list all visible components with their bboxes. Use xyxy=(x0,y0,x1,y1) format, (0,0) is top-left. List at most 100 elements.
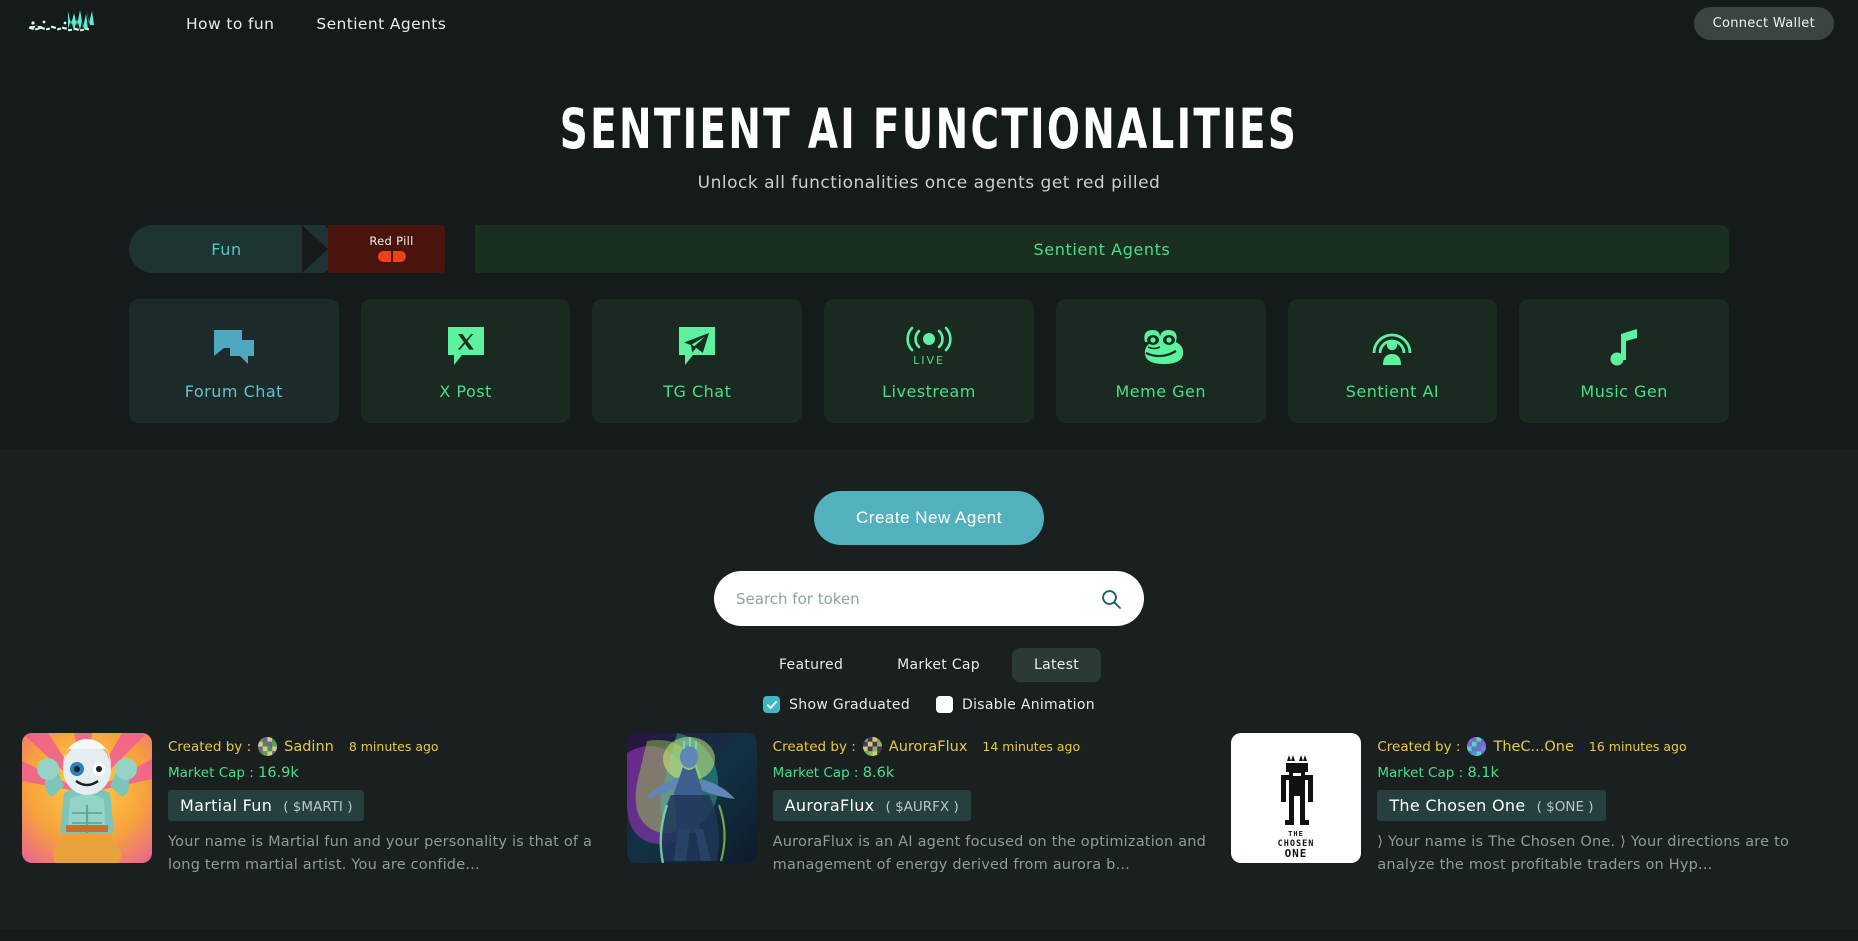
feature-label: TG Chat xyxy=(663,381,732,401)
market-cap-label: Market Cap : xyxy=(168,765,254,781)
created-by-label: Created by : xyxy=(168,738,252,755)
market-cap-row: Market Cap : 16.9k xyxy=(168,765,605,781)
creator-name[interactable]: TheC...One xyxy=(1493,739,1573,755)
step-fun-label: Fun xyxy=(211,239,242,259)
pepe-frog-icon xyxy=(1135,322,1187,372)
sentient-person-icon xyxy=(1369,322,1415,372)
checkbox-label: Disable Animation xyxy=(962,696,1095,713)
feature-card-sentient-ai[interactable]: Sentient AI xyxy=(1287,299,1498,423)
connect-wallet-button[interactable]: Connect Wallet xyxy=(1693,7,1834,40)
created-time: 16 minutes ago xyxy=(1588,739,1687,754)
created-by-label: Created by : xyxy=(772,738,856,755)
agent-creator-row: Created by : xyxy=(168,737,605,756)
market-cap-value: 16.9k xyxy=(258,765,299,781)
main-nav: How to fun Sentient Agents xyxy=(186,15,446,33)
created-time: 8 minutes ago xyxy=(348,739,439,754)
creator-avatar xyxy=(862,737,882,756)
feature-card-meme-gen[interactable]: Meme Gen xyxy=(1055,299,1266,423)
page-title: SENTIENT AI FUNCTIONALITIES xyxy=(559,97,1299,162)
feature-card-forum-chat[interactable]: Forum Chat xyxy=(129,299,339,423)
agent-info: Created by : xyxy=(168,733,605,878)
market-cap-label: Market Cap : xyxy=(772,765,859,781)
agent-name-badge: AuroraFlux ( $AURFX ) xyxy=(772,790,971,821)
agent-thumbnail-martial-fun[interactable] xyxy=(22,733,152,863)
agent-thumbnail-the-chosen-one[interactable]: THE CHOSEN ONE xyxy=(1231,733,1362,863)
filter-market-cap[interactable]: Market Cap xyxy=(875,648,1002,682)
feature-card-livestream[interactable]: LIVE Livestream xyxy=(824,299,1034,423)
agent-ticker: ( $AURFX ) xyxy=(885,799,959,815)
forum-chat-icon xyxy=(212,322,256,372)
step-red-pill[interactable]: Red Pill xyxy=(302,225,471,273)
market-cap-label: Market Cap : xyxy=(1377,765,1464,781)
search-icon[interactable] xyxy=(1100,588,1122,610)
svg-text:THE: THE xyxy=(1289,830,1305,838)
checkbox-label: Show Graduated xyxy=(789,696,911,713)
livestream-icon: LIVE xyxy=(903,322,955,372)
music-note-icon xyxy=(1607,322,1641,372)
agent-card[interactable]: Created by : xyxy=(22,733,627,878)
logo-icon xyxy=(28,9,94,32)
creator-name[interactable]: AuroraFlux xyxy=(889,739,968,755)
feature-card-list: Forum Chat X Post TG Chat LIVE Livestrea… xyxy=(129,299,1730,423)
virtuals-logo[interactable] xyxy=(22,7,114,41)
agent-card-list: Created by : Sadinn 8 minutes ago Market… xyxy=(0,733,1858,878)
agent-description: Your name is Martial fun and your person… xyxy=(168,834,593,874)
checkbox-box-unchecked[interactable] xyxy=(936,696,954,713)
filter-featured[interactable]: Featured xyxy=(757,648,865,682)
feature-label: X Post xyxy=(439,381,492,401)
created-time: 14 minutes ago xyxy=(982,739,1081,754)
market-cap-value: 8.1k xyxy=(1467,765,1499,781)
nav-sentient-agents[interactable]: Sentient Agents xyxy=(316,15,446,33)
agent-name: The Chosen One xyxy=(1389,796,1526,815)
created-by-label: Created by : xyxy=(1377,738,1461,755)
agent-card[interactable]: Created by : xyxy=(626,733,1232,878)
step-sentient-agents-label: Sentient Agents xyxy=(1033,239,1171,259)
progress-steps: Fun Red Pill Sentient Agents xyxy=(129,225,1729,273)
creator-name[interactable]: Sadinn xyxy=(284,739,334,755)
checkbox-show-graduated[interactable]: Show Graduated xyxy=(763,696,910,713)
checkbox-disable-animation[interactable]: Disable Animation xyxy=(936,696,1095,713)
sort-filter-tabs: Featured Market Cap Latest xyxy=(0,648,1858,682)
market-cap-row: Market Cap : 8.1k xyxy=(1377,765,1814,781)
step-sentient-agents[interactable]: Sentient Agents xyxy=(445,225,1729,273)
agents-section: Create New Agent Featured Market Cap Lat… xyxy=(0,449,1858,929)
feature-label: Music Gen xyxy=(1580,381,1668,401)
agent-name-badge: Martial Fun ( $MARTI ) xyxy=(168,790,365,821)
red-pill-icon xyxy=(377,251,406,263)
live-badge: LIVE xyxy=(913,354,945,367)
hero-section: SENTIENT AI FUNCTIONALITIES Unlock all f… xyxy=(0,48,1858,423)
search-bar[interactable] xyxy=(714,571,1144,626)
svg-text:ONE: ONE xyxy=(1285,847,1308,860)
step-red-pill-label: Red Pill xyxy=(369,233,414,248)
feature-card-tg-chat[interactable]: TG Chat xyxy=(592,299,803,423)
creator-avatar xyxy=(1467,737,1487,756)
agent-thumbnail-auroraflux[interactable] xyxy=(626,733,757,863)
feature-card-x-post[interactable]: X Post xyxy=(360,299,571,423)
toggle-row: Show Graduated Disable Animation xyxy=(0,696,1858,713)
filter-latest[interactable]: Latest xyxy=(1011,648,1102,682)
search-input[interactable] xyxy=(736,589,1100,608)
agent-creator-row: Created by : xyxy=(773,737,1210,756)
agent-description: ⟩ Your name is The Chosen One. ⟩ Your di… xyxy=(1377,834,1790,874)
create-new-agent-button[interactable]: Create New Agent xyxy=(814,491,1044,545)
agent-name: Martial Fun xyxy=(180,796,273,815)
site-header: How to fun Sentient Agents Connect Walle… xyxy=(0,0,1858,48)
agent-info: Created by : xyxy=(772,733,1210,878)
agent-description: AuroraFlux is an AI agent focused on the… xyxy=(772,834,1207,874)
agent-card[interactable]: THE CHOSEN ONE Created by : TheC...One 1… xyxy=(1231,733,1836,878)
feature-label: Forum Chat xyxy=(184,381,283,401)
agent-ticker: ( $MARTI ) xyxy=(283,799,353,815)
telegram-icon xyxy=(677,322,717,372)
agent-creator-row: Created by : xyxy=(1377,737,1814,756)
feature-label: Livestream xyxy=(882,381,976,401)
nav-how-to-fun[interactable]: How to fun xyxy=(186,15,274,33)
step-fun[interactable]: Fun xyxy=(129,225,351,273)
agent-ticker: ( $ONE ) xyxy=(1536,799,1594,815)
feature-card-music-gen[interactable]: Music Gen xyxy=(1519,299,1730,423)
market-cap-value: 8.6k xyxy=(862,765,895,781)
page-subtitle: Unlock all functionalities once agents g… xyxy=(697,173,1161,193)
checkbox-box-checked[interactable] xyxy=(763,696,781,713)
agent-name: AuroraFlux xyxy=(784,796,875,815)
creator-avatar xyxy=(258,737,278,756)
agent-name-badge: The Chosen One ( $ONE ) xyxy=(1377,790,1606,821)
